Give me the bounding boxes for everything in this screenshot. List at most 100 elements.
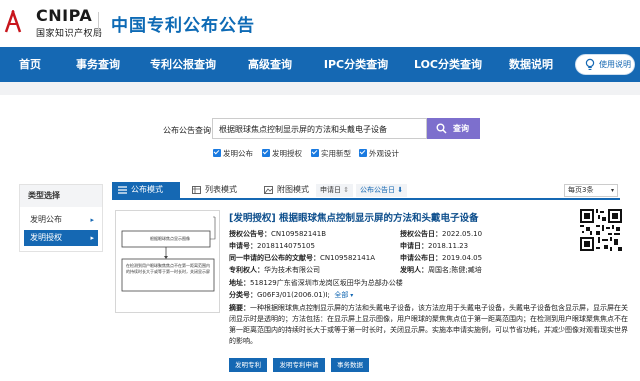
nav-loc-query[interactable]: LOC分类查询 [410,47,486,82]
chevron-right-icon: ▸ [90,216,94,224]
site-title: 中国专利公布公告 [111,16,255,36]
classification: 分类号：G06F3/01(2006.01)I; 全部 ▾ [229,290,353,301]
nav-gazette-query[interactable]: 专利公报查询 [146,47,220,82]
sort-label: 申请日 [320,186,341,194]
field-label: 授权公告日： [400,230,442,238]
nav-home[interactable]: 首页 [8,47,52,82]
checkbox-label: 实用新型 [321,149,351,158]
sort-by-application-date[interactable]: 申请日 ⇕ [316,184,354,197]
help-button[interactable]: 使用说明 [575,54,635,75]
sidebar-item-label: 发明公布 [30,215,62,224]
field-label: 发明人： [400,266,428,274]
tab-label: 附图模式 [277,185,309,194]
search-input[interactable]: 根据眼球焦点控制显示屏的方法和头戴电子设备 [212,118,427,139]
per-page-value: 每页3条 [568,186,594,194]
cnipa-logo-icon [4,10,22,33]
checkbox-utility-model[interactable]: 实用新型 [311,148,351,159]
field-value: 2018114075105 [257,242,315,250]
invention-application-button[interactable]: 发明专利申请 [273,358,325,372]
same-application-document: 同一申请的已公布的文献号：CN109582141A [229,253,375,263]
logo-text-cn: 国家知识产权局 [36,29,103,39]
checkbox-label: 发明公布 [223,149,253,158]
search-button[interactable]: 查询 [427,118,480,139]
abstract-label: 摘要： [229,304,250,312]
flowchart-drawing [121,216,216,292]
patent-drawing-thumbnail[interactable]: 根据眼球焦点显示图像 在检测到用户眼球聚焦焦点不在第一距离范围内的持续时长大于或… [115,210,220,313]
qr-code-icon [580,209,622,251]
patentee: 专利权人：华为技术有限公司 [229,265,320,275]
image-icon [264,186,273,194]
sidebar-item-invention-grant[interactable]: 发明授权 ▸ [24,230,98,246]
tab-label: 列表模式 [205,185,237,194]
checkbox-design[interactable]: 外观设计 [359,148,399,159]
view-toolbar: 公布模式 列表模式 附图模式 申请日 ⇕ 公布公告日 ⬇ [112,182,620,200]
sidebar-item-label: 发明授权 [30,233,62,242]
field-value: 周国名;陈健;臧培 [428,266,482,274]
field-value: 2019.04.05 [442,254,483,262]
field-label: 申请公布日： [400,254,442,262]
grant-number: 授权公告号：CN109582141B [229,229,326,239]
field-label: 专利权人： [229,266,264,274]
checkbox-label: 发明授权 [272,149,302,158]
search-button-label: 查询 [453,124,469,133]
checkbox-icon [262,149,270,157]
thumbnail-step-1: 根据眼球焦点显示图像 [150,236,190,241]
field-value: 2022.05.10 [442,230,483,238]
checkbox-icon [213,149,221,157]
tab-list-mode[interactable]: 列表模式 [186,182,254,198]
sort-label: 公布公告日 [360,186,395,194]
field-label: 分类号： [229,291,257,299]
nav-ipc-query[interactable]: IPC分类查询 [318,47,394,82]
field-value: 华为技术有限公司 [264,266,320,274]
sort-by-publication-date[interactable]: 公布公告日 ⬇ [356,184,408,197]
logo-divider [98,12,99,36]
field-label: 地址： [229,279,250,287]
field-label: 授权公告号： [229,230,271,238]
invention-patent-button[interactable]: 发明专利 [229,358,267,372]
search-icon [436,123,447,134]
list-icon [118,186,127,194]
chevron-down-icon: ▾ [348,292,354,299]
type-filter-sidebar: 类型选择 发明公布 ▸ 发明授权 ▸ [19,184,103,252]
address: 地址：518129广东省深圳市龙岗区坂田华为总部办公楼 [229,278,403,288]
field-value: 518129广东省深圳市龙岗区坂田华为总部办公楼 [250,279,403,287]
field-label: 申请号： [229,242,257,250]
tab-publication-mode[interactable]: 公布模式 [112,182,180,198]
field-label: 同一申请的已公布的文献号： [229,254,320,262]
site-header: CNIPA 国家知识产权局 中国专利公布公告 [0,0,640,47]
nav-advanced-query[interactable]: 高级查询 [240,47,300,82]
checkbox-icon [359,149,367,157]
thumbnail-step-2: 在检测到用户眼球聚焦焦点不在第一距离范围内的持续时长大于或等于第一时长时，关闭显… [126,263,210,274]
field-value: G06F3/01(2006.01)I; [257,291,330,299]
nav-data-description[interactable]: 数据说明 [504,47,558,82]
chevron-right-icon: ▸ [90,234,94,242]
lightbulb-icon [585,58,595,70]
sort-arrow-icon: ⇕ [343,186,350,194]
result-title[interactable]: [发明授权] 根据眼球焦点控制显示屏的方法和头戴电子设备 [229,210,479,224]
sidebar-title: 类型选择 [20,185,102,207]
checkbox-icon [311,149,319,157]
table-icon [192,186,201,194]
grant-date: 授权公告日：2022.05.10 [400,229,482,239]
affairs-data-button[interactable]: 事务数据 [331,358,369,372]
help-label: 使用说明 [599,60,631,69]
application-publication-date: 申请公布日：2019.04.05 [400,253,482,263]
checkbox-invention-publication[interactable]: 发明公布 [213,148,253,159]
abstract: 摘要：一种根据眼球焦点控制显示屏的方法和头戴电子设备，该方法应用于头戴电子设备，… [229,303,629,347]
inventor: 发明人：周国名;陈健;臧培 [400,265,482,275]
search-label: 公布公告查询 [163,126,211,135]
application-date: 申请日：2018.11.23 [400,241,468,251]
per-page-select[interactable]: 每页3条 ▾ [564,184,618,197]
classification-all-link[interactable]: 全部 [334,291,348,299]
gray-strip [0,82,640,95]
tab-label: 公布模式 [131,185,163,194]
field-value: CN109582141A [320,254,375,262]
sidebar-item-invention-publication[interactable]: 发明公布 ▸ [24,212,98,228]
nav-affairs-query[interactable]: 事务查询 [68,47,128,82]
abstract-text: 一种根据眼球焦点控制显示屏的方法和头戴电子设备，该方法应用于头戴电子设备，头戴电… [229,304,628,345]
checkbox-label: 外观设计 [369,149,399,158]
sort-down-icon: ⬇ [397,186,404,194]
logo-text-en: CNIPA [36,6,93,25]
main-nav: 首页 事务查询 专利公报查询 高级查询 IPC分类查询 LOC分类查询 数据说明… [0,47,640,82]
checkbox-invention-grant[interactable]: 发明授权 [262,148,302,159]
